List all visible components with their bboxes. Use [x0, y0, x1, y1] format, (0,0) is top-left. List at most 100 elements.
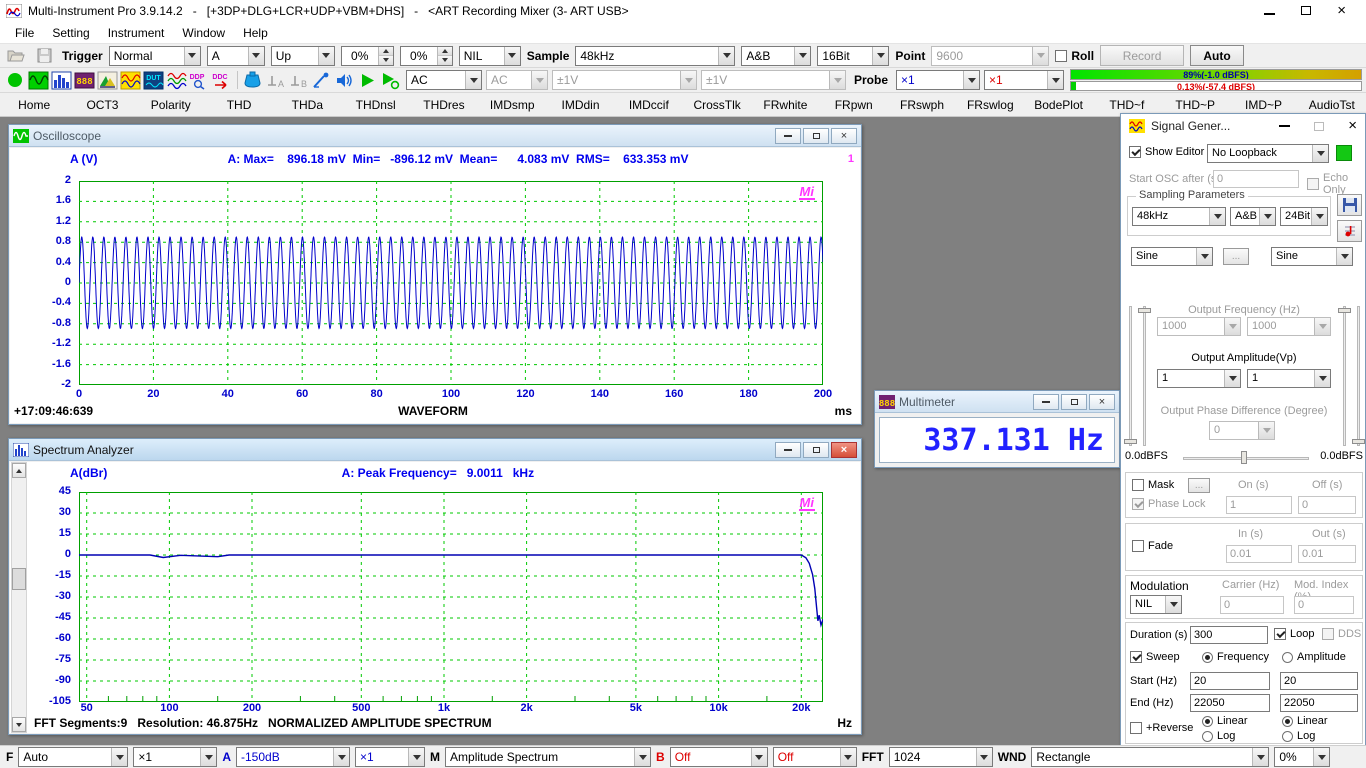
overlap-combo[interactable]: 0% — [1274, 747, 1330, 767]
sweep-checkbox[interactable]: Sweep — [1130, 651, 1180, 663]
sg-rate-combo[interactable]: 48kHz — [1132, 207, 1226, 226]
tab-polarity[interactable]: Polarity — [137, 94, 205, 116]
sg-play-note-button[interactable] — [1337, 220, 1362, 242]
spectrum-3d-plot-icon[interactable] — [96, 70, 119, 91]
sweep-amplitude-radio[interactable]: Amplitude — [1282, 651, 1346, 663]
oscilloscope-minimize-button[interactable] — [775, 128, 801, 144]
device-under-test-icon[interactable]: DUT — [142, 70, 165, 91]
sample-rate-combo[interactable]: 48kHz — [575, 46, 735, 66]
tab-thdnsl[interactable]: THDnsl — [341, 94, 409, 116]
tab-imdccif[interactable]: IMDccif — [615, 94, 683, 116]
trigger-level-spinner[interactable]: 0% — [341, 46, 394, 66]
slider-handle[interactable] — [1138, 308, 1151, 313]
menu-setting[interactable]: Setting — [43, 23, 98, 43]
trigger-hpf-combo[interactable]: NIL — [459, 46, 521, 66]
tab-bodeplot[interactable]: BodePlot — [1024, 94, 1092, 116]
app-minimize-button[interactable] — [1264, 4, 1275, 18]
spectrum-scrollbar[interactable] — [11, 462, 27, 733]
mask-checkbox[interactable]: Mask — [1132, 479, 1174, 491]
signal-generator-close-button[interactable]: × — [1348, 121, 1357, 131]
play-loop-icon[interactable] — [379, 70, 402, 91]
amplitude-slider-b-inner[interactable] — [1343, 306, 1346, 446]
a-mult-combo[interactable]: ×1 — [355, 747, 425, 767]
sg-bits-combo[interactable]: 24Bit — [1280, 207, 1328, 226]
tab-thdres[interactable]: THDres — [410, 94, 478, 116]
tab-frpwn[interactable]: FRpwn — [820, 94, 888, 116]
roll-checkbox[interactable]: Roll — [1055, 49, 1094, 63]
tab-thda[interactable]: THDa — [273, 94, 341, 116]
linear-a-radio[interactable]: Linear — [1202, 715, 1248, 727]
probe-b-combo[interactable]: ×1 — [984, 70, 1064, 90]
coupling-a-combo[interactable]: AC — [406, 70, 482, 90]
tab-home[interactable]: Home — [0, 94, 68, 116]
sweep-end-a-input[interactable]: 22050 — [1190, 694, 1270, 712]
modulation-combo[interactable]: NIL — [1130, 595, 1182, 614]
trigger-delay-spinner[interactable]: 0% — [400, 46, 453, 66]
freq-mult-combo[interactable]: ×1 — [133, 747, 217, 767]
play-icon[interactable] — [356, 70, 379, 91]
tab-frswlog[interactable]: FRswlog — [956, 94, 1024, 116]
app-maximize-button[interactable] — [1301, 4, 1311, 18]
open-file-icon[interactable] — [4, 45, 27, 66]
reverse-checkbox[interactable]: +Reverse — [1130, 722, 1193, 734]
sweep-end-b-input[interactable]: 22050 — [1280, 694, 1358, 712]
linear-b-radio[interactable]: Linear — [1282, 715, 1328, 727]
run-icon[interactable] — [4, 70, 27, 91]
sound-volume-icon[interactable] — [333, 70, 356, 91]
amplitude-b-combo[interactable]: 1 — [1247, 369, 1331, 388]
show-editor-checkbox[interactable]: Show Editor — [1129, 146, 1204, 158]
sg-save-button[interactable] — [1337, 194, 1362, 216]
app-close-button[interactable]: × — [1337, 6, 1346, 16]
oscilloscope-titlebar[interactable]: Oscilloscope × — [9, 125, 861, 147]
signal-generator-icon[interactable] — [119, 70, 142, 91]
scroll-up-button[interactable] — [12, 463, 26, 478]
loopback-combo[interactable]: No Loopback — [1207, 144, 1329, 163]
slider-handle[interactable] — [1352, 439, 1365, 444]
menu-help[interactable]: Help — [234, 23, 277, 43]
amplitude-slider-a-outer[interactable] — [1129, 306, 1132, 446]
menu-instrument[interactable]: Instrument — [99, 23, 174, 43]
derived-data-curves-icon[interactable] — [165, 70, 188, 91]
duration-input[interactable]: 300 — [1190, 626, 1268, 644]
sample-channels-combo[interactable]: A&B — [741, 46, 811, 66]
tab-imddin[interactable]: IMDdin — [546, 94, 614, 116]
sweep-start-b-input[interactable]: 20 — [1280, 672, 1358, 690]
probe-a-combo[interactable]: ×1 — [896, 70, 980, 90]
amplitude-slider-b-outer[interactable] — [1357, 306, 1360, 446]
multimeter-icon[interactable]: 888 — [73, 70, 96, 91]
menu-window[interactable]: Window — [173, 23, 234, 43]
b-mult-combo[interactable]: Off — [773, 747, 857, 767]
sample-bits-combo[interactable]: 16Bit — [817, 46, 889, 66]
spectrum-restore-button[interactable] — [803, 442, 829, 458]
a-range-combo[interactable]: -150dB — [236, 747, 350, 767]
slider-handle[interactable] — [1124, 439, 1137, 444]
amplitude-slider-a-inner[interactable] — [1143, 306, 1146, 446]
spectrum-analyzer-icon[interactable] — [50, 70, 73, 91]
tab-crosstlk[interactable]: CrossTlk — [683, 94, 751, 116]
oscilloscope-icon[interactable] — [27, 70, 50, 91]
spectrum-titlebar[interactable]: Spectrum Analyzer × — [9, 439, 861, 461]
waveform-b-combo[interactable]: Sine — [1271, 247, 1353, 266]
scroll-down-button[interactable] — [12, 717, 26, 732]
sweep-frequency-radio[interactable]: Frequency — [1202, 651, 1269, 663]
fade-checkbox[interactable]: Fade — [1132, 540, 1173, 552]
trigger-mode-combo[interactable]: Normal — [109, 46, 201, 66]
trigger-source-combo[interactable]: A — [207, 46, 265, 66]
oscilloscope-close-button[interactable]: × — [831, 128, 857, 144]
sound-device-icon[interactable] — [241, 70, 264, 91]
data-curve-copy-icon[interactable]: DDC — [211, 70, 234, 91]
scroll-thumb[interactable] — [12, 568, 26, 590]
sg-channels-combo[interactable]: A&B — [1230, 207, 1276, 226]
waveform-a-combo[interactable]: Sine — [1131, 247, 1213, 266]
view-mode-combo[interactable]: Amplitude Spectrum — [445, 747, 651, 767]
menu-file[interactable]: File — [6, 23, 43, 43]
signal-generator-titlebar[interactable]: Signal Gener... × — [1121, 114, 1365, 138]
multimeter-restore-button[interactable] — [1061, 394, 1087, 410]
log-a-radio[interactable]: Log — [1202, 730, 1235, 742]
tab-frwhite[interactable]: FRwhite — [751, 94, 819, 116]
trigger-edge-combo[interactable]: Up — [271, 46, 335, 66]
amplitude-a-combo[interactable]: 1 — [1157, 369, 1241, 388]
oscilloscope-restore-button[interactable] — [803, 128, 829, 144]
tab-oct3[interactable]: OCT3 — [68, 94, 136, 116]
balance-slider-handle[interactable] — [1241, 451, 1247, 464]
